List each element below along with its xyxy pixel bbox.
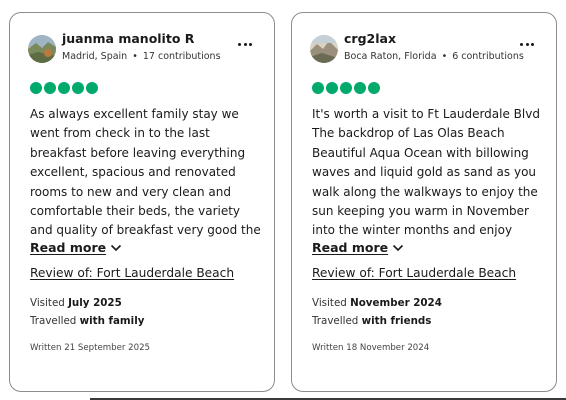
read-more-label: Read more: [30, 240, 107, 255]
rating-bubble-icon: [86, 82, 98, 94]
user-location: Boca Raton, Florida: [344, 51, 437, 62]
user-contributions: 17 contributions: [142, 51, 221, 62]
rating-bubble-icon: [58, 82, 70, 94]
visited-date: Visited November 2024: [312, 297, 442, 309]
review-card: crg2lax Boca Raton, Florida • 6 contribu…: [291, 12, 557, 392]
user-avatar[interactable]: [310, 35, 338, 63]
rating-bubble-icon: [354, 82, 366, 94]
username[interactable]: crg2lax: [344, 31, 396, 46]
rating-bubbles: [312, 82, 382, 94]
meta-separator: •: [132, 51, 138, 62]
rating-bubbles: [30, 82, 100, 94]
username[interactable]: juanma manolito R: [62, 31, 194, 46]
review-text: It's worth a visit to Ft Lauderdale Blvd…: [312, 107, 540, 238]
meta-separator: •: [441, 51, 448, 62]
rating-bubble-icon: [30, 82, 42, 94]
rating-bubble-icon: [340, 82, 352, 94]
user-contributions: 6 contributions: [452, 51, 524, 62]
review-of-link[interactable]: Review of: Fort Lauderdale Beach: [30, 266, 234, 280]
review-of-link[interactable]: Review of: Fort Lauderdale Beach: [312, 266, 516, 280]
rating-bubble-icon: [44, 82, 56, 94]
chevron-down-icon: [110, 244, 122, 252]
review-text: As always excellent family stay we went …: [30, 107, 261, 238]
written-date: Written 18 November 2024: [312, 343, 430, 353]
user-avatar[interactable]: [28, 35, 56, 63]
rating-bubble-icon: [312, 82, 324, 94]
more-options-button[interactable]: [236, 35, 254, 53]
more-options-button[interactable]: [518, 35, 536, 53]
more-horizontal-icon: [519, 42, 535, 46]
rating-bubble-icon: [368, 82, 380, 94]
more-horizontal-icon: [237, 42, 253, 46]
travel-type: Travelled with family: [30, 315, 145, 327]
visited-date: Visited July 2025: [30, 297, 122, 309]
user-meta: Madrid, Spain • 17 contributions: [62, 51, 221, 62]
review-card: juanma manolito R Madrid, Spain • 17 con…: [9, 12, 275, 392]
read-more-label: Read more: [312, 240, 389, 255]
travel-type: Travelled with friends: [312, 315, 432, 327]
chevron-down-icon: [392, 244, 404, 252]
read-more-button[interactable]: Read more: [30, 240, 122, 255]
user-meta: Boca Raton, Florida • 6 contributions: [344, 51, 524, 62]
read-more-button[interactable]: Read more: [312, 240, 404, 255]
user-location: Madrid, Spain: [62, 51, 128, 62]
rating-bubble-icon: [326, 82, 338, 94]
written-date: Written 21 September 2025: [30, 343, 151, 353]
rating-bubble-icon: [72, 82, 84, 94]
